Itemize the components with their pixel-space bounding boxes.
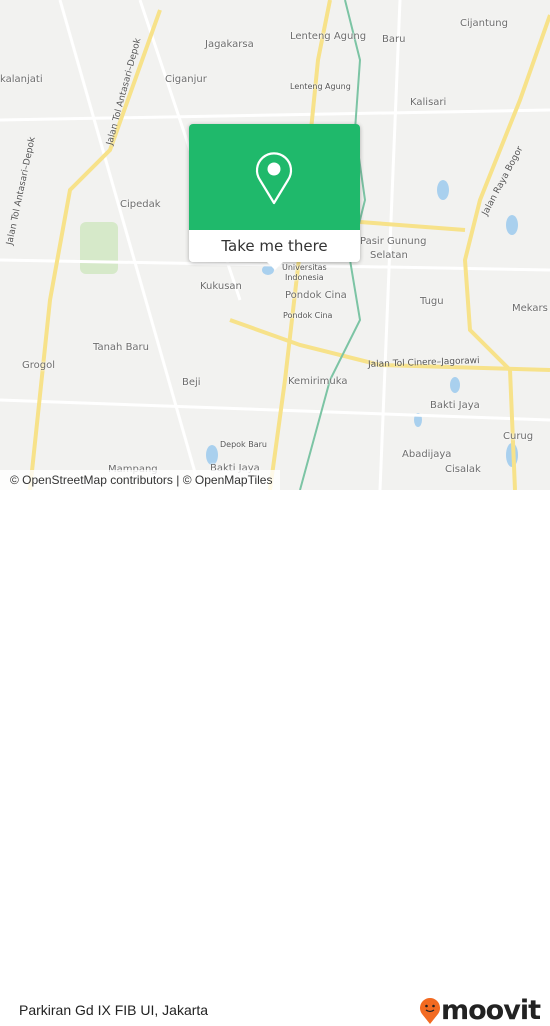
footer: Parkiran Gd IX FIB UI, Jakarta moovit — [0, 490, 550, 1026]
popup-pointer — [267, 262, 283, 270]
map-label: Tanah Baru — [93, 342, 150, 353]
moovit-wordmark: moovit — [441, 995, 541, 1026]
moovit-pin-icon — [420, 997, 440, 1024]
map-label: Cisalak — [445, 464, 481, 475]
map-label: Mekars — [512, 303, 548, 314]
map-label: Kalisari — [410, 97, 447, 108]
map-label: Universitas — [282, 263, 327, 272]
map-label: Bakti Jaya — [430, 400, 480, 411]
map-label: Indonesia — [285, 273, 324, 282]
moovit-logo[interactable]: moovit — [419, 995, 541, 1026]
park — [80, 222, 118, 274]
map-label: Beji — [182, 377, 201, 388]
map-label: Tugu — [420, 296, 444, 307]
place-name: Parkiran Gd IX FIB UI, Jakarta — [19, 1002, 209, 1018]
map-label: Ciganjur — [165, 74, 207, 85]
location-pin-icon — [255, 152, 293, 205]
map-label: Kukusan — [200, 281, 242, 292]
map-label: Lenteng Agung — [290, 82, 351, 91]
map-label: Abadijaya — [402, 449, 452, 460]
take-me-there-button[interactable]: Take me there — [189, 230, 360, 262]
map-label: Pondok Cina — [285, 290, 347, 301]
map-label: Cijantung — [460, 18, 508, 29]
map-label: Grogol — [22, 360, 56, 371]
destination-popup[interactable]: Take me there — [189, 124, 360, 270]
map-label: Depok Baru — [220, 440, 267, 449]
map-label: Baru — [382, 34, 406, 45]
map-label: Selatan — [370, 250, 408, 261]
map-label: Kemirimuka — [288, 376, 348, 387]
map-label: Cipedak — [120, 199, 161, 210]
map-label: Pondok Cina — [283, 311, 333, 320]
map-label: Lenteng Agung — [290, 31, 367, 42]
map-label: kalanjati — [0, 74, 43, 85]
map-label: Jagakarsa — [205, 39, 254, 50]
map-label: Pasir Gunung — [360, 236, 427, 247]
map-label: Curug — [503, 431, 534, 442]
map-attribution[interactable]: © OpenStreetMap contributors | © OpenMap… — [0, 470, 281, 490]
